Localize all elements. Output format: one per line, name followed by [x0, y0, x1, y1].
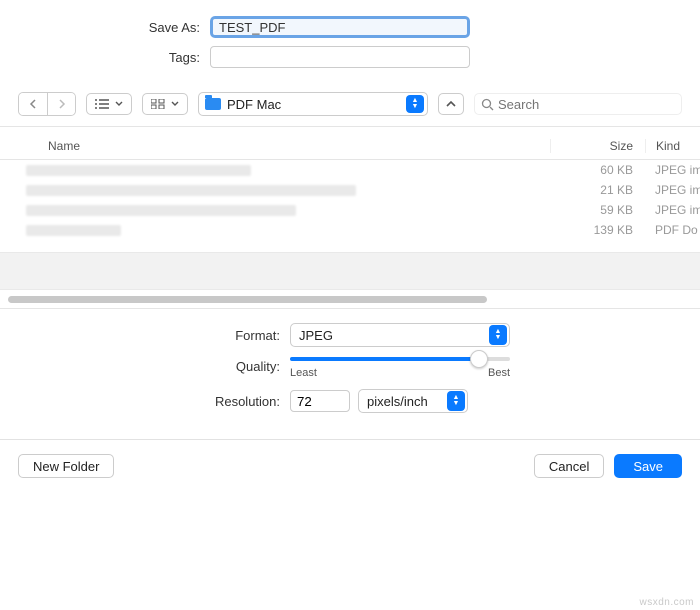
file-kind: PDF Do [645, 223, 700, 237]
nav-back-button[interactable] [19, 93, 47, 115]
group-dropdown[interactable] [142, 93, 188, 115]
tags-label: Tags: [20, 50, 210, 65]
file-row[interactable]: 60 KBJPEG im [0, 160, 700, 180]
file-size: 59 KB [550, 203, 645, 217]
quality-best-label: Best [488, 367, 510, 379]
tags-input[interactable] [210, 46, 470, 68]
nav-back-forward[interactable] [18, 92, 76, 116]
file-size: 21 KB [550, 183, 645, 197]
folder-icon [205, 98, 221, 110]
file-name-blurred [26, 225, 121, 236]
search-input[interactable] [498, 97, 675, 112]
format-select[interactable]: JPEG ▲▼ [290, 323, 510, 347]
file-kind: JPEG im [645, 163, 700, 177]
select-stepper-icon: ▲▼ [489, 325, 507, 345]
format-label: Format: [20, 328, 290, 343]
nav-forward-button[interactable] [47, 93, 75, 115]
collapse-button[interactable] [438, 93, 464, 115]
view-list-dropdown[interactable] [86, 93, 132, 115]
file-name-blurred [26, 165, 251, 176]
file-kind: JPEG im [645, 183, 700, 197]
save-as-input[interactable] [210, 16, 470, 38]
file-row[interactable]: 139 KBPDF Do [0, 220, 700, 240]
chevron-down-icon [171, 101, 179, 107]
resolution-input[interactable] [290, 390, 350, 412]
unit-select[interactable]: pixels/inch ▲▼ [358, 389, 468, 413]
new-folder-button[interactable]: New Folder [18, 454, 114, 478]
quality-least-label: Least [290, 367, 317, 379]
location-text: PDF Mac [227, 97, 406, 112]
search-icon [481, 98, 494, 111]
save-button[interactable]: Save [614, 454, 682, 478]
resolution-label: Resolution: [20, 394, 290, 409]
file-kind: JPEG im [645, 203, 700, 217]
file-size: 139 KB [550, 223, 645, 237]
quality-label: Quality: [20, 357, 290, 374]
format-value: JPEG [299, 328, 333, 343]
cancel-button[interactable]: Cancel [534, 454, 604, 478]
slider-thumb[interactable] [470, 350, 488, 368]
search-box[interactable] [474, 93, 682, 115]
watermark: wsxdn.com [639, 597, 694, 608]
quality-slider[interactable] [290, 357, 510, 361]
file-browser: Name Size Kind 60 KBJPEG im21 KBJPEG im5… [0, 127, 700, 240]
file-row[interactable]: 21 KBJPEG im [0, 180, 700, 200]
column-header-kind[interactable]: Kind [645, 139, 700, 153]
location-select[interactable]: PDF Mac ▲▼ [198, 92, 428, 116]
file-name-blurred [26, 205, 296, 216]
file-size: 60 KB [550, 163, 645, 177]
chevron-up-icon [446, 100, 456, 108]
select-stepper-icon: ▲▼ [447, 391, 465, 411]
column-header-name[interactable]: Name [0, 139, 550, 153]
scroll-thumb[interactable] [8, 296, 487, 303]
column-header-size[interactable]: Size [550, 139, 645, 153]
file-name-blurred [26, 185, 356, 196]
list-icon [95, 99, 109, 109]
location-stepper-icon: ▲▼ [406, 95, 424, 113]
chevron-down-icon [115, 101, 123, 107]
save-as-label: Save As: [20, 20, 210, 35]
file-row[interactable]: 59 KBJPEG im [0, 200, 700, 220]
empty-band [0, 252, 700, 290]
horizontal-scrollbar[interactable] [0, 290, 700, 308]
grid-icon [151, 99, 165, 109]
unit-value: pixels/inch [367, 394, 428, 409]
